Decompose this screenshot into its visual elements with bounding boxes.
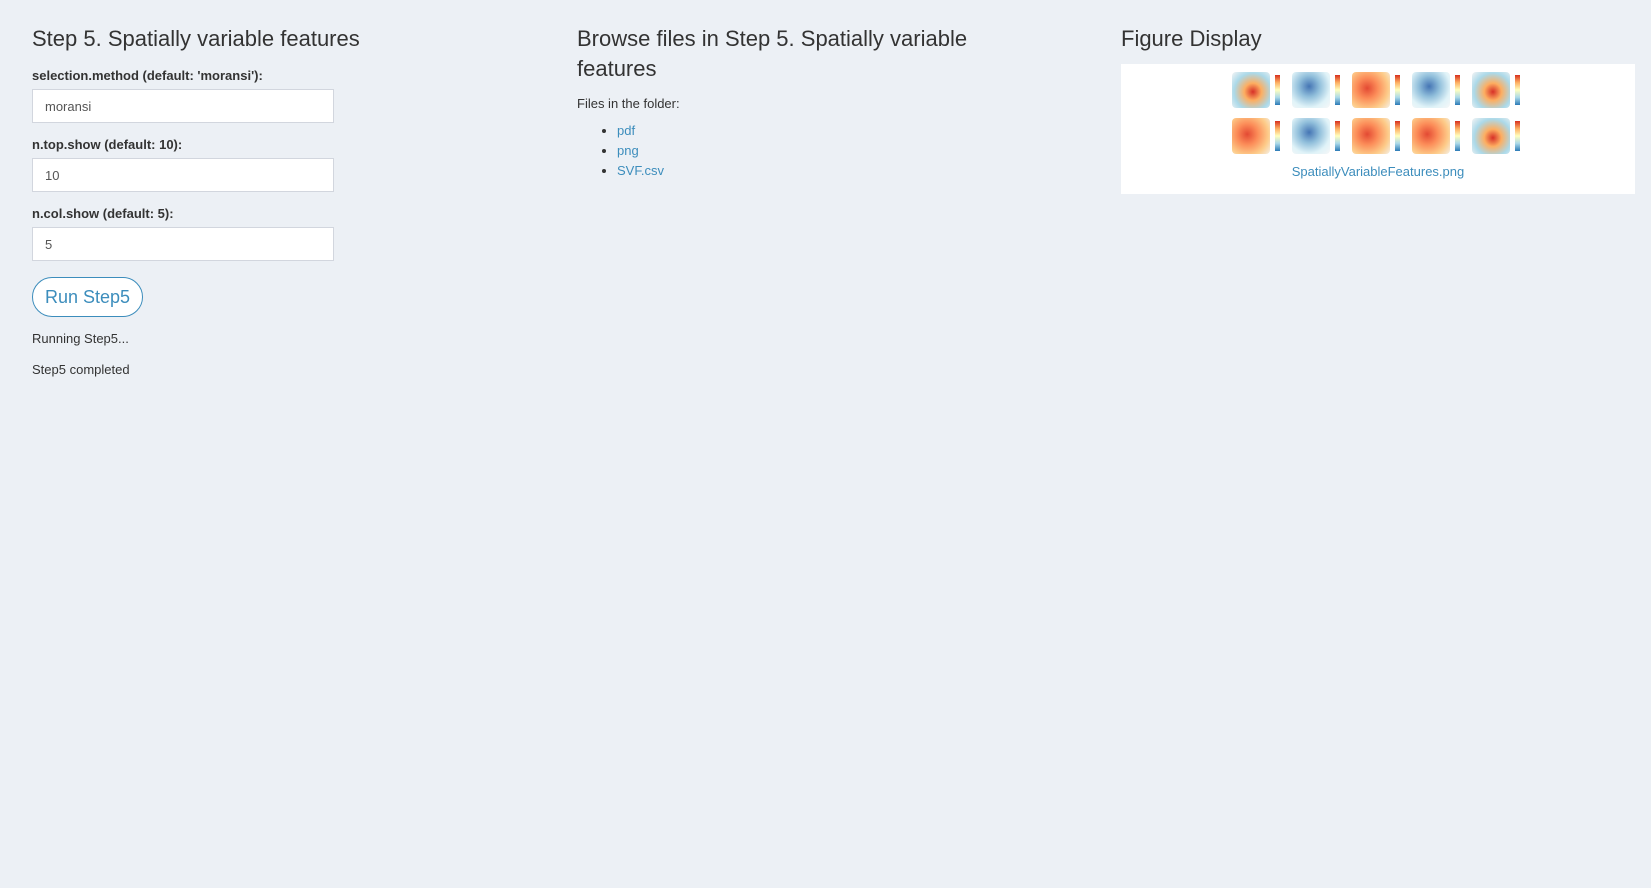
heatmap-panel bbox=[1350, 116, 1406, 156]
figure-caption: SpatiallyVariableFeatures.png bbox=[1121, 164, 1635, 179]
file-link-pdf[interactable]: pdf bbox=[617, 123, 635, 138]
list-item: SVF.csv bbox=[617, 161, 1047, 181]
heatmap-panel bbox=[1290, 70, 1346, 110]
run-step5-button[interactable]: Run Step5 bbox=[32, 277, 144, 317]
file-list: pdf png SVF.csv bbox=[577, 121, 1047, 181]
figure-box: SpatiallyVariableFeatures.png bbox=[1121, 64, 1635, 194]
figure-file-link[interactable]: SpatiallyVariableFeatures.png bbox=[1292, 164, 1464, 179]
n-top-show-label: n.top.show (default: 10): bbox=[32, 137, 183, 152]
heatmap-panel bbox=[1470, 116, 1526, 156]
file-link-png[interactable]: png bbox=[617, 143, 639, 158]
heatmap-panel bbox=[1410, 116, 1466, 156]
spatial-heatmap-thumbnail[interactable] bbox=[1230, 70, 1530, 160]
heatmap-panel bbox=[1350, 70, 1406, 110]
step5-title: Step 5. Spatially variable features bbox=[32, 26, 360, 51]
browse-title: Browse files in Step 5. Spatially variab… bbox=[577, 26, 968, 81]
heatmap-panel bbox=[1230, 70, 1286, 110]
figure-title: Figure Display bbox=[1121, 26, 1262, 51]
n-col-show-label: n.col.show (default: 5): bbox=[32, 206, 174, 221]
files-label: Files in the folder: bbox=[577, 96, 680, 111]
n-col-show-input[interactable] bbox=[32, 227, 334, 261]
list-item: png bbox=[617, 141, 1047, 161]
n-top-show-input[interactable] bbox=[32, 158, 334, 192]
figure-panel: Figure Display SpatiallyVariableFeatures… bbox=[1121, 24, 1636, 194]
status-running: Running Step5... bbox=[32, 331, 129, 346]
selection-method-label: selection.method (default: 'moransi'): bbox=[32, 68, 263, 83]
list-item: pdf bbox=[617, 121, 1047, 141]
heatmap-panel bbox=[1410, 70, 1466, 110]
selection-method-input[interactable] bbox=[32, 89, 334, 123]
heatmap-panel bbox=[1230, 116, 1286, 156]
file-link-svf-csv[interactable]: SVF.csv bbox=[617, 163, 664, 178]
browse-panel: Browse files in Step 5. Spatially variab… bbox=[577, 24, 1047, 181]
step5-panel: Step 5. Spatially variable features sele… bbox=[32, 24, 502, 377]
status-completed: Step5 completed bbox=[32, 362, 130, 377]
heatmap-panel bbox=[1470, 70, 1526, 110]
heatmap-panel bbox=[1290, 116, 1346, 156]
